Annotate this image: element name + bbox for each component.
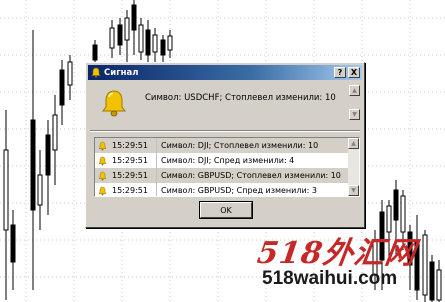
column-divider <box>156 183 157 196</box>
candle-body <box>109 27 115 49</box>
alert-message: Символ: GBPUSD; Стоплевел изменили: 10 <box>161 171 341 180</box>
bell-icon <box>98 141 107 150</box>
bell-icon <box>98 156 107 165</box>
alert-message: Символ: DJI; Стоплевел изменили: 10 <box>161 141 319 150</box>
scroll-up-arrow-icon[interactable]: ▲ <box>349 85 360 96</box>
candle-body <box>138 24 144 53</box>
scroll-up-arrow-icon[interactable]: ▲ <box>348 138 359 149</box>
candle-body <box>52 114 58 151</box>
watermark-logo: 518外汇网 <box>255 236 419 271</box>
alert-message: Символ: DJI; Спред изменили: 4 <box>161 156 295 165</box>
bell-icon <box>102 90 126 117</box>
scroll-down-arrow-icon[interactable]: ▼ <box>349 109 360 120</box>
candle-body <box>145 29 151 56</box>
divider <box>90 130 360 132</box>
bell-icon <box>98 186 107 195</box>
bell-icon <box>98 171 107 180</box>
candle-body <box>67 61 73 86</box>
alert-header: Символ: USDCHF; Стоплевел изменили: 10 ▲… <box>90 83 362 127</box>
alert-message: Символ: GBPUSD; Спред изменили: 3 <box>161 186 317 195</box>
candle-body <box>167 35 173 51</box>
candle-body <box>436 269 442 301</box>
candle-body <box>124 17 130 41</box>
ok-button[interactable]: OK <box>200 202 252 218</box>
column-divider <box>156 168 157 183</box>
message-scrollbar[interactable]: ▲ ▼ <box>349 85 360 127</box>
candle-body <box>160 39 166 56</box>
watermark-url: 518waihui.com <box>262 268 398 289</box>
scroll-down-arrow-icon[interactable]: ▼ <box>348 185 359 196</box>
main-alert-message: Символ: USDCHF; Стоплевел изменили: 10 <box>145 93 336 103</box>
candle-body <box>10 224 16 263</box>
list-item[interactable]: 15:29:51 Символ: GBPUSD; Стоплевел измен… <box>95 168 348 183</box>
help-button[interactable]: ? <box>334 67 346 78</box>
candle-body <box>92 44 98 61</box>
close-button[interactable]: X <box>348 67 360 78</box>
candle-body <box>117 24 123 46</box>
alert-time: 15:29:51 <box>112 156 148 165</box>
candle-body <box>37 174 43 206</box>
candle-body <box>429 261 435 301</box>
list-scrollbar[interactable]: ▲ ▼ <box>348 138 359 196</box>
candle-body <box>3 149 9 231</box>
list-item[interactable]: 15:29:51 Символ: DJI; Стоплевел изменили… <box>95 138 348 153</box>
list-item[interactable]: 15:29:51 Символ: GBPUSD; Спред изменили:… <box>95 183 348 196</box>
candle-body <box>152 34 158 53</box>
column-divider <box>156 138 157 153</box>
candle-body <box>422 234 428 296</box>
bell-icon <box>91 67 101 78</box>
alert-history-list[interactable]: 15:29:51 Символ: DJI; Стоплевел изменили… <box>94 137 360 197</box>
candle-body <box>393 189 399 221</box>
alert-time: 15:29:51 <box>112 171 148 180</box>
dialog-titlebar[interactable]: Сигнал ? X <box>88 65 362 80</box>
candle-body <box>30 119 36 211</box>
alert-time: 15:29:51 <box>112 186 148 195</box>
dialog-title: Сигнал <box>104 67 139 78</box>
candle-body <box>131 4 137 31</box>
alert-time: 15:29:51 <box>112 141 148 150</box>
candle-body <box>400 195 406 233</box>
alert-dialog: Сигнал ? X Символ: USDCHF; Стоплевел изм… <box>85 62 365 228</box>
list-item[interactable]: 15:29:51 Символ: DJI; Спред изменили: 4 <box>95 153 348 168</box>
column-divider <box>156 153 157 168</box>
candle-body <box>45 134 51 176</box>
candle-body <box>59 69 65 106</box>
